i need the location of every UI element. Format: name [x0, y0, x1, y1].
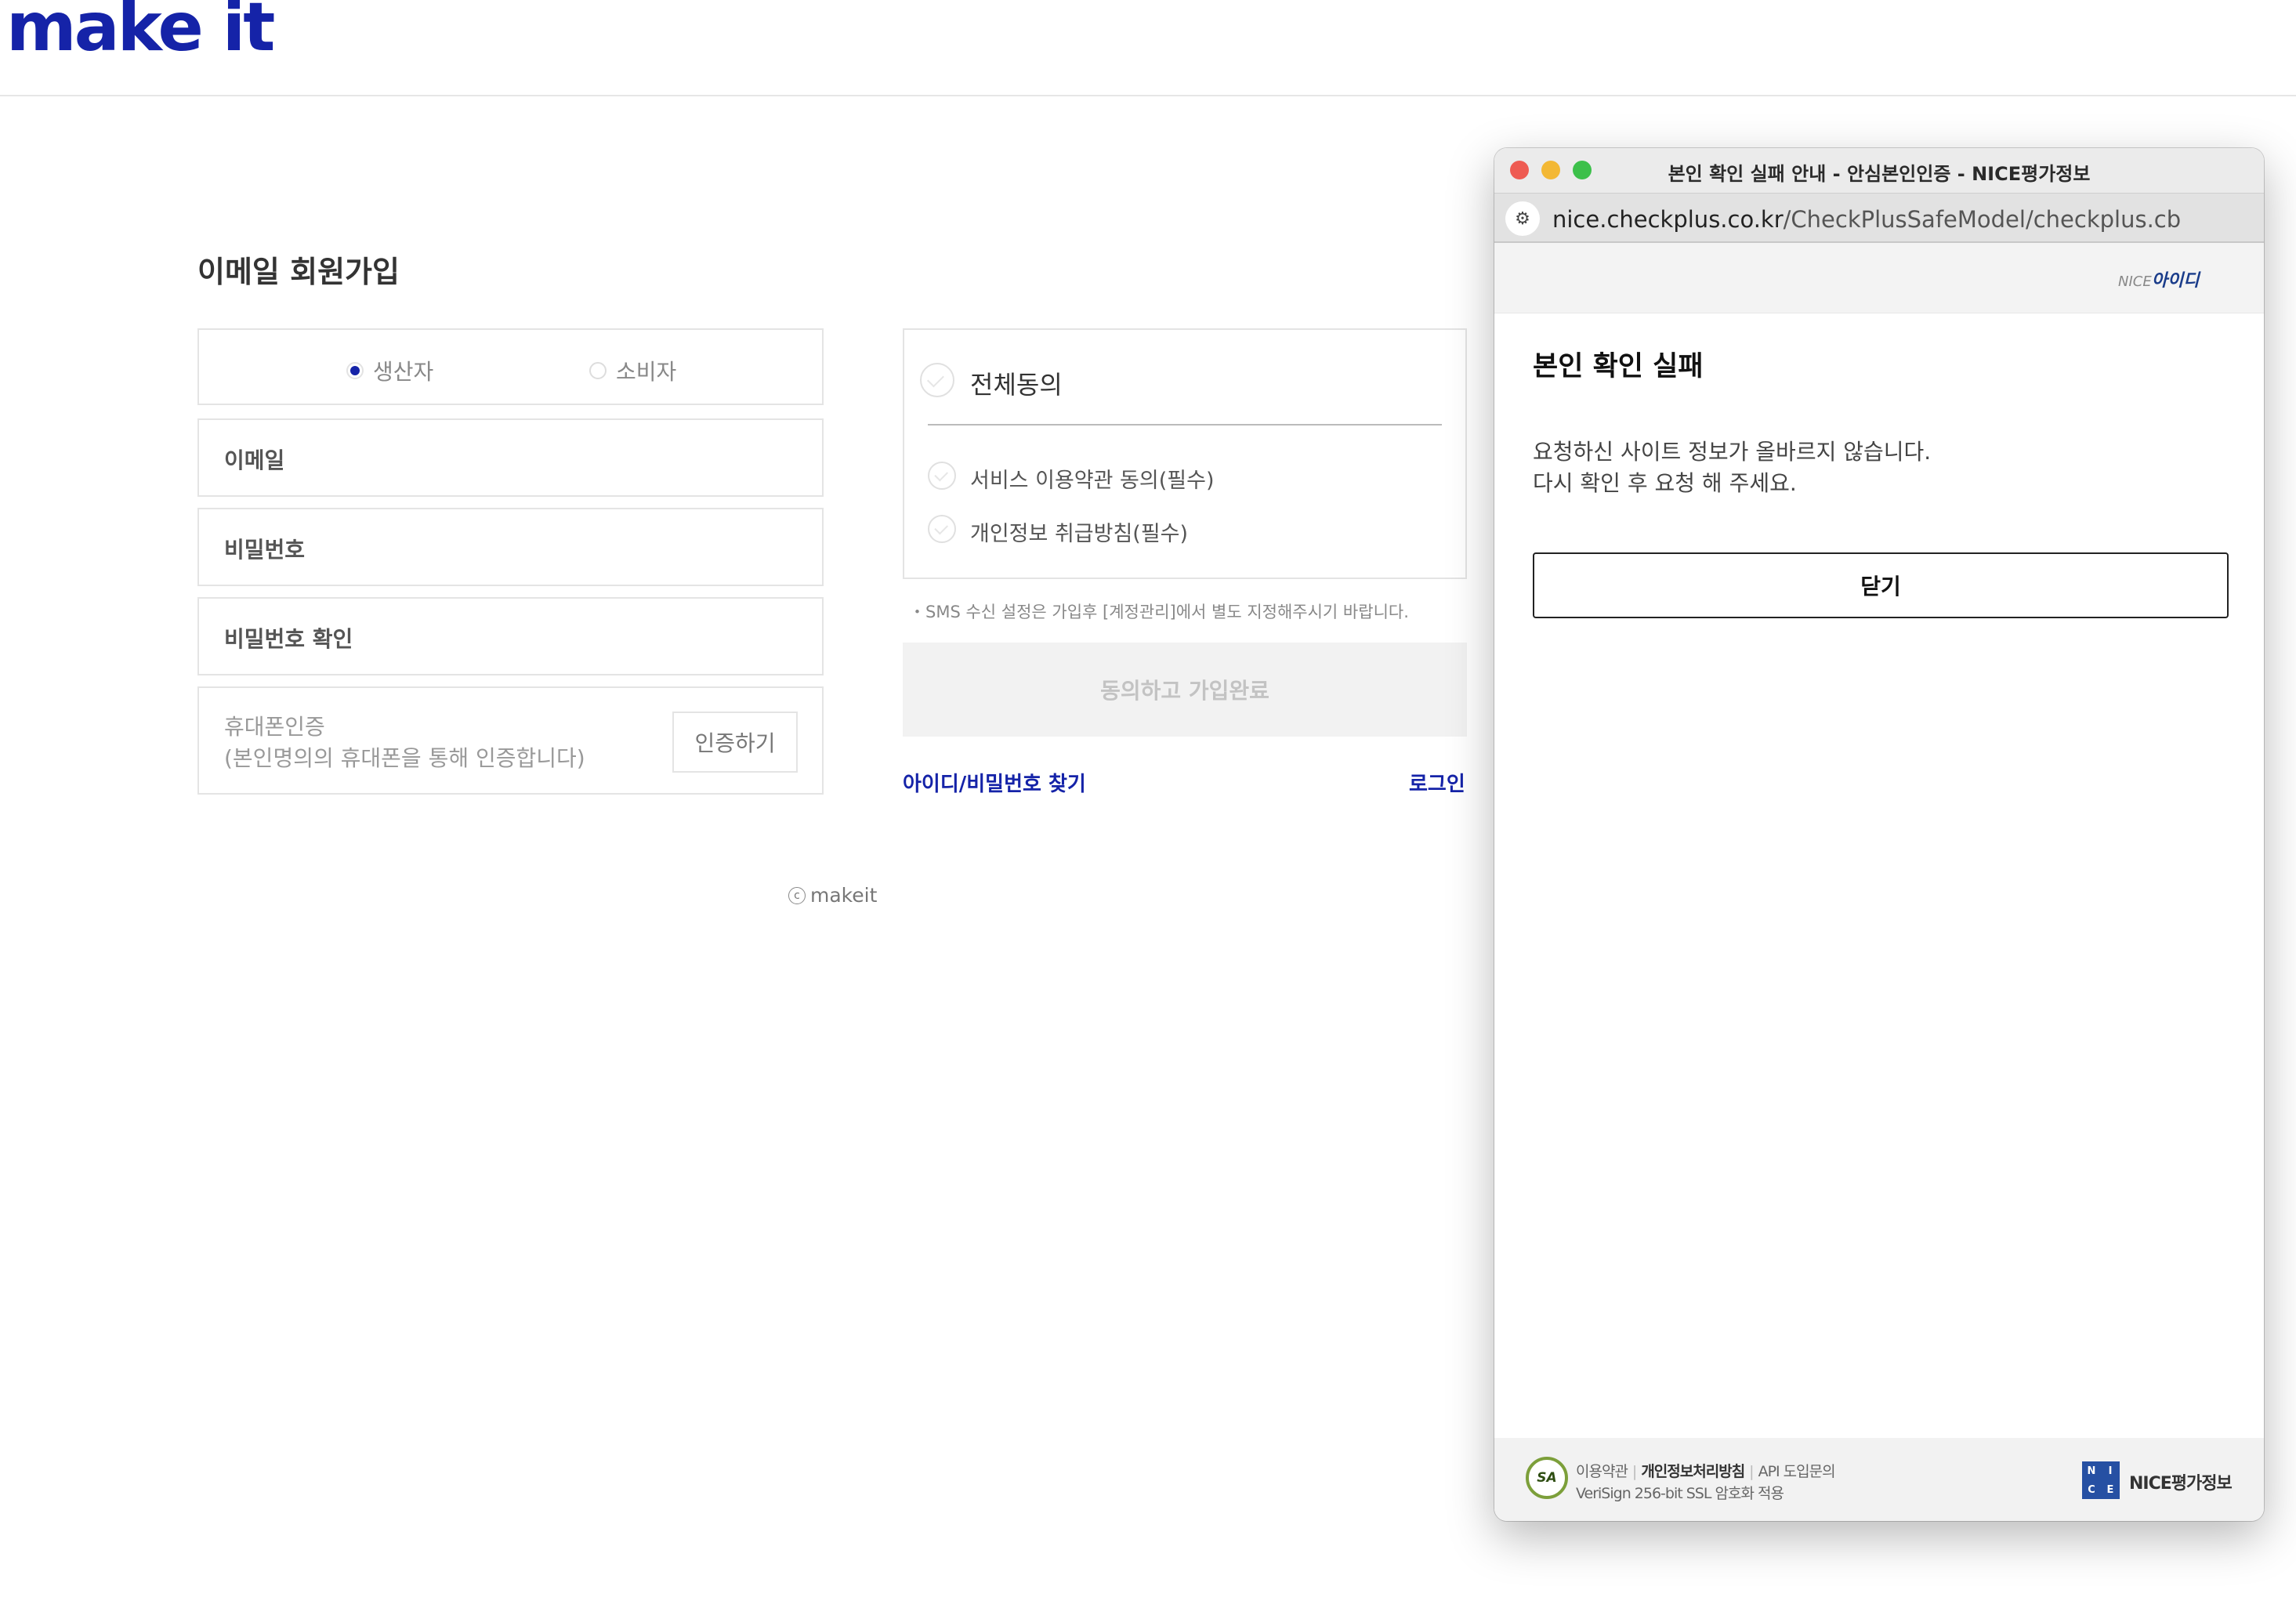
url-path: /CheckPlusSafeModel/checkplus.cb — [1783, 206, 2182, 233]
agree-terms-label[interactable]: 서비스 이용약관 동의(필수) — [970, 463, 1214, 494]
nice-id-logo-name: 아이디 — [2151, 271, 2200, 291]
radio-producer[interactable]: 생산자 — [346, 355, 433, 386]
nice-id-logo: NICE아이디 — [2118, 266, 2199, 292]
email-field[interactable]: 이메일 — [197, 418, 824, 497]
radio-producer-label: 생산자 — [373, 359, 434, 385]
login-link[interactable]: 로그인 — [1409, 768, 1465, 797]
divider — [928, 424, 1442, 426]
nice-header: NICE아이디 — [1494, 243, 2264, 313]
url-text: nice.checkplus.co.kr/CheckPlusSafeModel/… — [1552, 206, 2181, 233]
window-title: 본인 확인 실패 안내 - 안심본인인증 - NICE평가정보 — [1668, 163, 2091, 185]
nice-popup-window: 본인 확인 실패 안내 - 안심본인인증 - NICE평가정보 ⚙ nice.c… — [1494, 148, 2264, 1521]
terms-link[interactable]: 이용약관 — [1576, 1463, 1628, 1480]
footer-links: 이용약관 | 개인정보처리방침 | API 도입문의 — [1576, 1463, 1836, 1480]
site-header: make it — [0, 0, 2296, 96]
phone-verification-box: 휴대폰인증 (본인명의의 휴대폰을 통해 인증합니다) 인증하기 — [197, 686, 824, 795]
password-confirm-placeholder: 비밀번호 확인 — [224, 626, 353, 652]
api-inquiry-link[interactable]: API 도입문의 — [1758, 1463, 1836, 1480]
radio-selected-icon — [346, 362, 364, 379]
page-title: 이메일 회원가입 — [197, 255, 400, 289]
nice-logo-icon: NICE — [2082, 1461, 2120, 1499]
fail-heading: 본인 확인 실패 — [1533, 351, 1704, 382]
url-host: nice.checkplus.co.kr — [1552, 206, 1784, 233]
copyright-text: makeit — [810, 884, 878, 907]
fail-message-line1: 요청하신 사이트 정보가 올바르지 않습니다. — [1533, 439, 1932, 465]
popup-footer: SA 이용약관 | 개인정보처리방침 | API 도입문의 VeriSign 256-b… — [1494, 1438, 2264, 1521]
agreement-box: 전체동의 서비스 이용약관 동의(필수) 개인정보 취급방침(필수) — [903, 328, 1467, 579]
phone-verification-label: 휴대폰인증 — [224, 714, 325, 740]
agree-terms-check-icon[interactable] — [928, 462, 956, 490]
find-account-link[interactable]: 아이디/비밀번호 찾기 — [903, 768, 1086, 797]
fail-message-line2: 다시 확인 후 요청 해 주세요. — [1533, 470, 1797, 496]
window-titlebar[interactable]: 본인 확인 실패 안내 - 안심본인인증 - NICE평가정보 — [1494, 148, 2264, 193]
agree-all-check-icon[interactable] — [920, 363, 954, 397]
verify-button[interactable]: 인증하기 — [672, 712, 798, 773]
makeit-logo[interactable]: make it — [6, 0, 275, 61]
phone-verification-description: (본인명의의 휴대폰을 통해 인증합니다) — [224, 745, 585, 771]
ssl-notice: VeriSign 256-bit SSL 암호화 적용 — [1576, 1485, 1784, 1502]
password-field[interactable]: 비밀번호 — [197, 508, 824, 586]
radio-unselected-icon — [589, 362, 607, 379]
radio-consumer[interactable]: 소비자 — [589, 355, 676, 386]
radio-consumer-label: 소비자 — [616, 359, 677, 385]
copyright-icon: c — [788, 886, 806, 904]
password-confirm-field[interactable]: 비밀번호 확인 — [197, 597, 824, 675]
site-settings-icon[interactable]: ⚙ — [1505, 201, 1540, 236]
agree-all-label[interactable]: 전체동의 — [970, 365, 1063, 401]
url-bar[interactable]: ⚙ nice.checkplus.co.kr/CheckPlusSafeMode… — [1494, 193, 2264, 243]
copyright: c makeit — [788, 884, 877, 907]
password-placeholder: 비밀번호 — [224, 537, 306, 563]
agree-privacy-check-icon[interactable] — [928, 515, 956, 543]
submit-button[interactable]: 동의하고 가입완료 — [903, 643, 1467, 737]
close-button[interactable]: 닫기 — [1533, 552, 2229, 618]
sms-note: ・SMS 수신 설정은 가입후 [계정관리]에서 별도 지정해주시기 바랍니다. — [909, 603, 1409, 621]
email-placeholder: 이메일 — [224, 447, 285, 473]
agree-privacy-label[interactable]: 개인정보 취급방침(필수) — [970, 516, 1188, 547]
nice-company-name: NICE평가정보 — [2129, 1474, 2233, 1494]
nice-id-logo-prefix: NICE — [2118, 273, 2152, 290]
sa-seal-icon: SA — [1526, 1457, 1568, 1499]
member-type-selector: 생산자 소비자 — [197, 328, 824, 405]
privacy-link[interactable]: 개인정보처리방침 — [1641, 1463, 1745, 1480]
